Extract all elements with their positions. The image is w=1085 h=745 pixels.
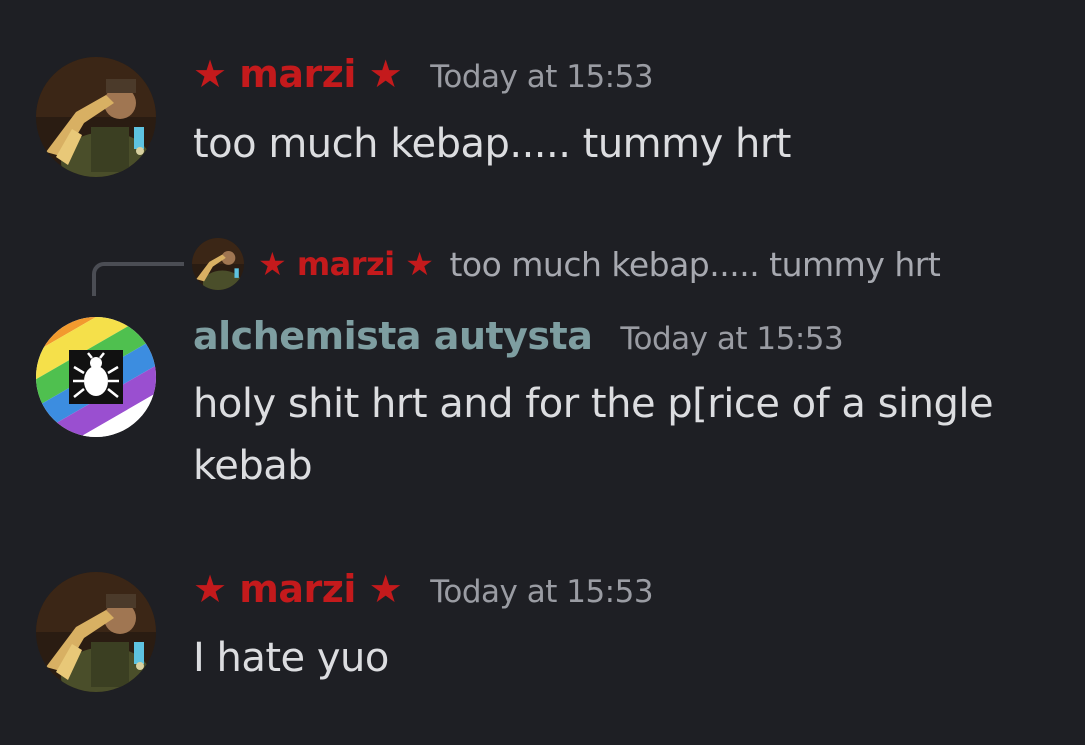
avatar[interactable] bbox=[36, 57, 156, 177]
timestamp: Today at 15:53 bbox=[430, 574, 654, 610]
username[interactable]: alchemista autysta bbox=[193, 314, 593, 358]
avatar[interactable] bbox=[36, 317, 156, 437]
avatar[interactable] bbox=[36, 572, 156, 692]
reply-preview[interactable]: ★ marzi ★ too much kebap..... tummy hrt bbox=[192, 238, 941, 290]
chat-messages: ★ marzi ★ Today at 15:53 too much kebap.… bbox=[0, 0, 1085, 745]
message-text: too much kebap..... tummy hrt bbox=[193, 121, 791, 167]
message-text: I hate yuo bbox=[193, 635, 389, 681]
reply-avatar bbox=[192, 238, 244, 290]
reply-connector bbox=[92, 262, 184, 296]
reply-username[interactable]: ★ marzi ★ bbox=[258, 245, 434, 283]
username[interactable]: ★ marzi ★ bbox=[193, 567, 403, 611]
saluting-man-avatar-icon bbox=[192, 238, 244, 290]
saluting-man-avatar-icon bbox=[36, 572, 156, 692]
saluting-man-avatar-icon bbox=[36, 57, 156, 177]
username[interactable]: ★ marzi ★ bbox=[193, 52, 403, 96]
reply-text[interactable]: too much kebap..... tummy hrt bbox=[449, 245, 940, 284]
timestamp: Today at 15:53 bbox=[430, 59, 654, 95]
timestamp: Today at 15:53 bbox=[620, 321, 844, 357]
message-text: holy shit hrt and for the p[rice of a si… bbox=[193, 381, 994, 489]
rainbow-bug-avatar-icon bbox=[36, 317, 156, 437]
